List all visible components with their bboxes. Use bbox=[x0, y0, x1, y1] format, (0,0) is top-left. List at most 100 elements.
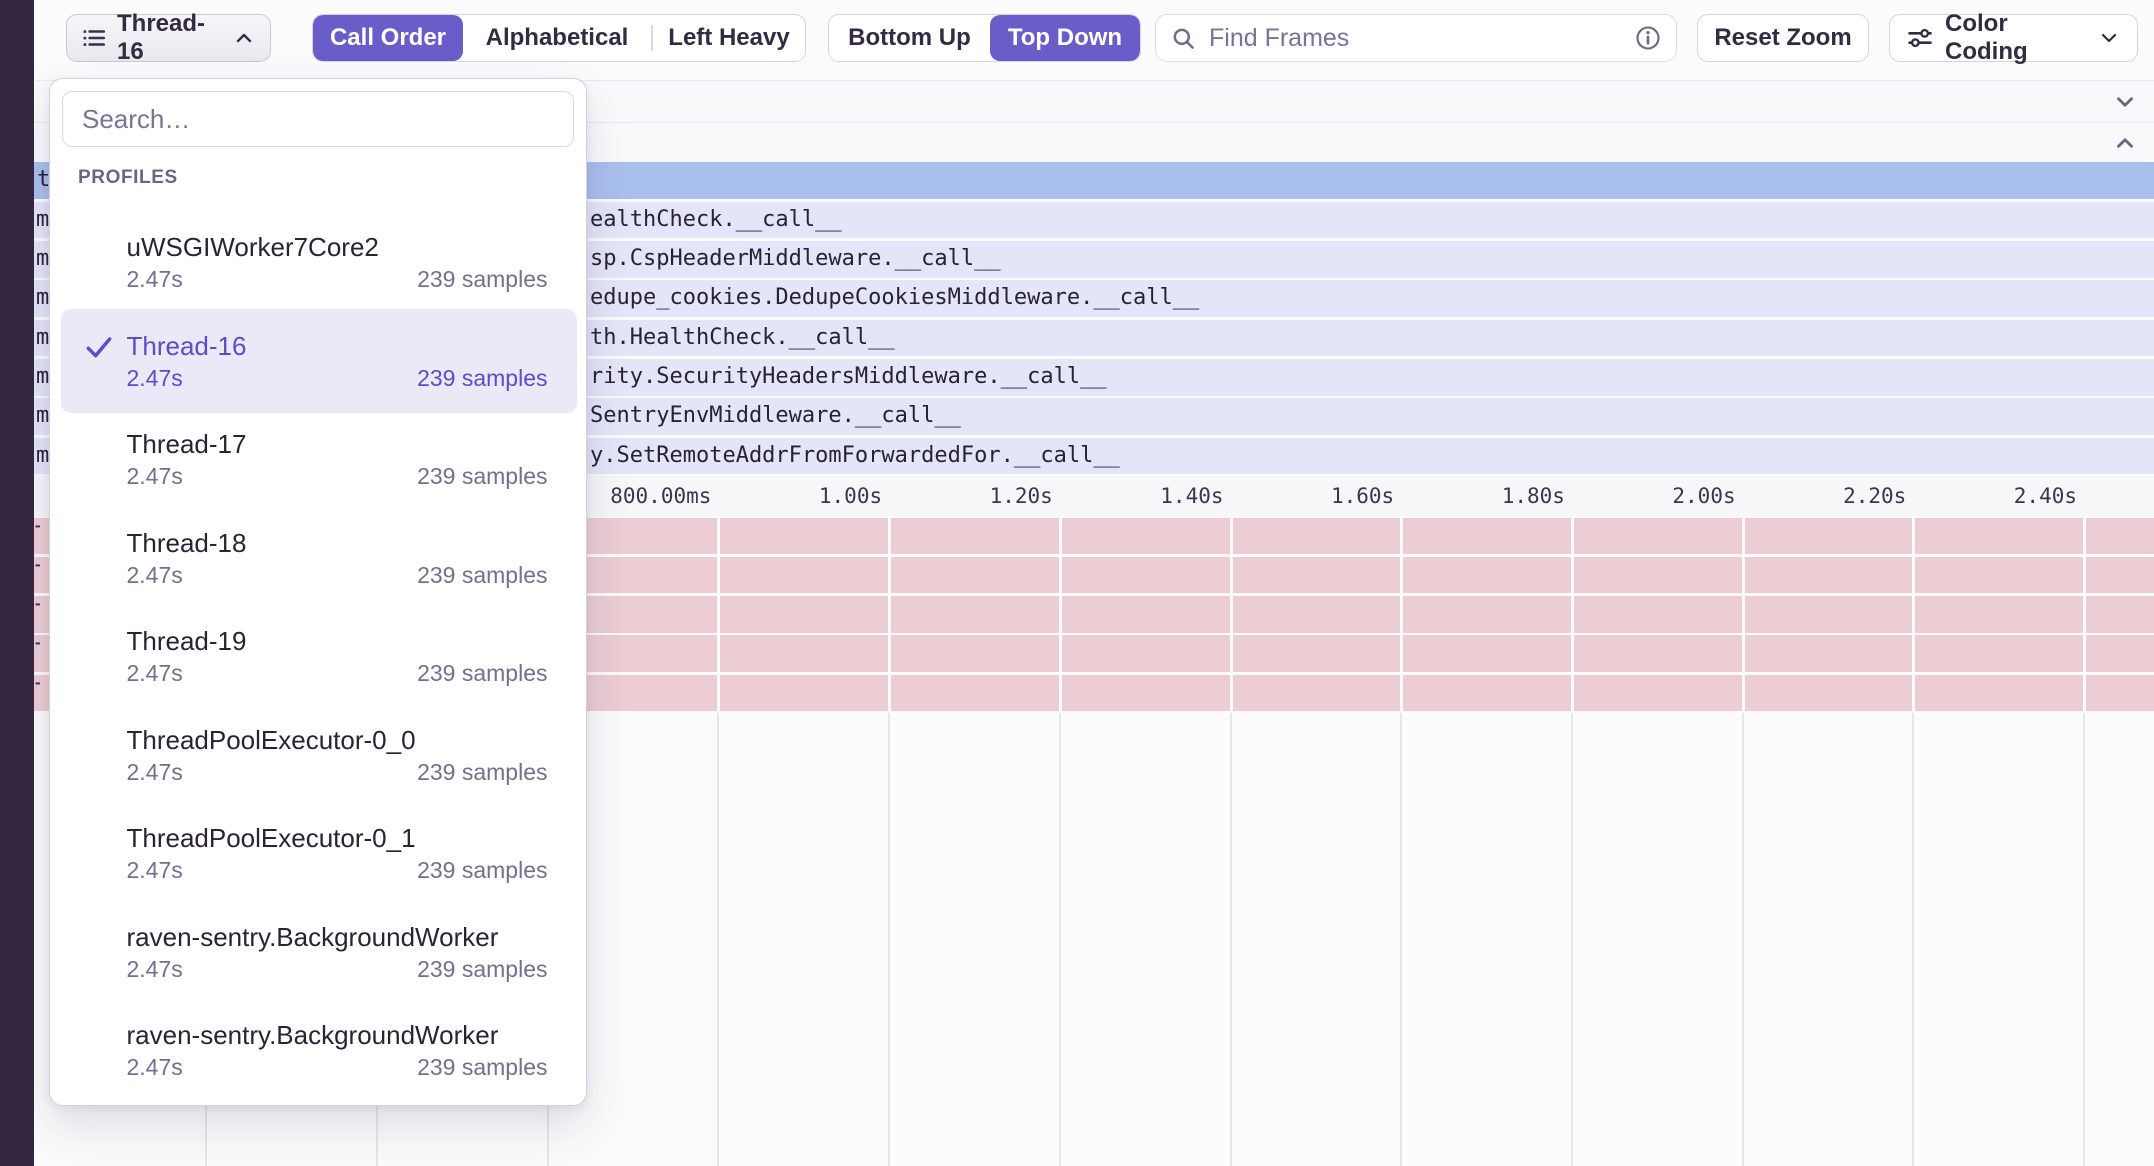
gridline bbox=[1400, 516, 1403, 713]
profile-item-samples: 239 samples bbox=[417, 1052, 547, 1082]
time-tick-label: 800.00ms bbox=[610, 476, 711, 517]
time-tick-label: 1.20s bbox=[990, 476, 1053, 517]
profile-item[interactable]: Thread-16 2.47s 239 samples bbox=[61, 309, 577, 413]
profile-item-duration: 2.47s bbox=[127, 855, 183, 885]
profile-item[interactable]: Thread-18 2.47s 239 samples bbox=[61, 506, 577, 610]
profile-item[interactable]: raven-sentry.BackgroundWorker 2.47s 239 … bbox=[61, 998, 577, 1102]
profile-item-duration: 2.47s bbox=[127, 264, 183, 294]
profile-item-name: Thread-17 bbox=[127, 427, 247, 461]
profile-item-samples: 239 samples bbox=[417, 855, 547, 885]
tab-left-heavy[interactable]: Left Heavy bbox=[653, 15, 805, 61]
profile-item-duration: 2.47s bbox=[127, 1052, 183, 1082]
profile-item[interactable]: ThreadPoolExecutor-0_0 2.47s 239 samples bbox=[61, 703, 577, 807]
tab-call-order-label: Call Order bbox=[330, 24, 446, 52]
dropdown-search-input[interactable] bbox=[80, 103, 556, 136]
gridline bbox=[1742, 516, 1745, 713]
frame-label-prefix: m bbox=[36, 280, 49, 317]
profile-item-samples: 239 samples bbox=[417, 954, 547, 984]
gridline bbox=[1230, 516, 1233, 713]
list-icon bbox=[81, 25, 107, 51]
color-coding-label: Color Coding bbox=[1945, 10, 2086, 66]
gridline bbox=[1059, 516, 1062, 713]
profile-item[interactable]: ThreadPoolExecutor-0_1 2.47s 239 samples bbox=[61, 801, 577, 905]
time-tick-label: 1.40s bbox=[1160, 476, 1223, 517]
profile-item-duration: 2.47s bbox=[127, 461, 183, 491]
profile-item-samples: 239 samples bbox=[417, 363, 547, 393]
profile-item-name: raven-sentry.BackgroundWorker bbox=[127, 1018, 499, 1052]
profile-item-duration: 2.47s bbox=[127, 363, 183, 393]
profile-item-duration: 2.47s bbox=[127, 757, 183, 787]
frame-label: y.SetRemoteAddrFromForwardedFor.__call__ bbox=[590, 438, 1120, 475]
color-coding-button[interactable]: Color Coding bbox=[1889, 14, 2138, 62]
tab-alphabetical-label: Alphabetical bbox=[486, 24, 629, 52]
time-tick-label: 1.00s bbox=[819, 476, 882, 517]
chevron-up-icon bbox=[232, 26, 256, 50]
frame-label: SentryEnvMiddleware.__call__ bbox=[590, 398, 961, 435]
checkmark-icon bbox=[83, 331, 115, 363]
frame-label: th.HealthCheck.__call__ bbox=[590, 320, 895, 357]
profile-item-name: ThreadPoolExecutor-0_1 bbox=[127, 821, 416, 855]
gridline bbox=[888, 516, 891, 713]
chevron-down-icon bbox=[2097, 26, 2121, 50]
sliders-icon bbox=[1906, 24, 1934, 52]
thread-selector-button[interactable]: Thread-16 bbox=[66, 14, 271, 62]
frame-label: sp.CspHeaderMiddleware.__call__ bbox=[590, 241, 1001, 278]
frame-label-prefix: m bbox=[36, 438, 49, 475]
tab-call-order[interactable]: Call Order bbox=[313, 15, 463, 61]
frame-label-prefix: m bbox=[36, 241, 49, 278]
time-tick-label: 1.60s bbox=[1331, 476, 1394, 517]
profile-item-name: raven-sentry.BackgroundWorker bbox=[127, 920, 499, 954]
profiles-dropdown: PROFILES uWSGIWorker7Core2 2.47s 239 sam… bbox=[49, 78, 587, 1106]
order-tabs: Call Order Alphabetical Left Heavy bbox=[312, 14, 806, 62]
profile-item-samples: 239 samples bbox=[417, 560, 547, 590]
frame-label-prefix: m bbox=[36, 359, 49, 396]
gridline bbox=[1912, 516, 1915, 713]
direction-tabs: Bottom Up Top Down bbox=[828, 14, 1141, 62]
dropdown-search-box bbox=[62, 91, 574, 147]
profile-item-duration: 2.47s bbox=[127, 560, 183, 590]
search-icon bbox=[1170, 25, 1197, 52]
profiler-app: Thread-16 Call Order Alphabetical Left H… bbox=[0, 0, 2154, 1166]
left-rail bbox=[0, 0, 34, 1166]
profile-item-duration: 2.47s bbox=[127, 954, 183, 984]
thread-selector-label: Thread-16 bbox=[117, 10, 222, 66]
profile-item-name: ThreadPoolExecutor-0_0 bbox=[127, 723, 416, 757]
profile-item[interactable]: Thread-19 2.47s 239 samples bbox=[61, 604, 577, 708]
profile-item-duration: 2.47s bbox=[127, 658, 183, 688]
profile-item-samples: 239 samples bbox=[417, 264, 547, 294]
reset-zoom-button[interactable]: Reset Zoom bbox=[1697, 14, 1869, 62]
tab-left-heavy-label: Left Heavy bbox=[668, 24, 789, 52]
tab-top-down[interactable]: Top Down bbox=[990, 15, 1140, 61]
profile-item-name: Thread-19 bbox=[127, 624, 247, 658]
tab-top-down-label: Top Down bbox=[1008, 24, 1122, 52]
frame-label-prefix: m bbox=[36, 202, 49, 239]
gridline bbox=[2083, 516, 2086, 713]
frame-label-prefix: m bbox=[36, 398, 49, 435]
frame-label: ealthCheck.__call__ bbox=[590, 202, 842, 239]
profiles-section-label: PROFILES bbox=[78, 167, 178, 189]
reset-zoom-label: Reset Zoom bbox=[1714, 24, 1851, 52]
tab-bottom-up-label: Bottom Up bbox=[848, 24, 971, 52]
tab-alphabetical[interactable]: Alphabetical bbox=[463, 15, 651, 61]
profile-item[interactable]: uWSGIWorker7Core2 2.47s 239 samples bbox=[61, 210, 577, 314]
profile-item-name: Thread-16 bbox=[127, 329, 247, 363]
profile-item-name: Thread-18 bbox=[127, 526, 247, 560]
find-frames-input[interactable] bbox=[1207, 23, 1624, 54]
time-tick-label: 2.40s bbox=[2014, 476, 2077, 517]
profile-item[interactable]: raven-sentry.BackgroundWorker 2.47s 239 … bbox=[61, 900, 577, 1004]
time-tick-label: 2.20s bbox=[1843, 476, 1906, 517]
gridline bbox=[717, 516, 720, 713]
tab-bottom-up[interactable]: Bottom Up bbox=[829, 15, 990, 61]
profile-item-name: uWSGIWorker7Core2 bbox=[127, 230, 379, 264]
profile-item-samples: 239 samples bbox=[417, 658, 547, 688]
frame-label-prefix: m bbox=[36, 320, 49, 357]
time-tick-label: 2.00s bbox=[1672, 476, 1735, 517]
profile-item-samples: 239 samples bbox=[417, 757, 547, 787]
frame-label: rity.SecurityHeadersMiddleware.__call__ bbox=[590, 359, 1107, 396]
profile-item-samples: 239 samples bbox=[417, 461, 547, 491]
frame-label: edupe_cookies.DedupeCookiesMiddleware.__… bbox=[590, 280, 1199, 317]
time-tick-label: 1.80s bbox=[1502, 476, 1565, 517]
info-icon[interactable] bbox=[1634, 24, 1662, 52]
gridline bbox=[1571, 516, 1574, 713]
profile-item[interactable]: Thread-17 2.47s 239 samples bbox=[61, 407, 577, 511]
